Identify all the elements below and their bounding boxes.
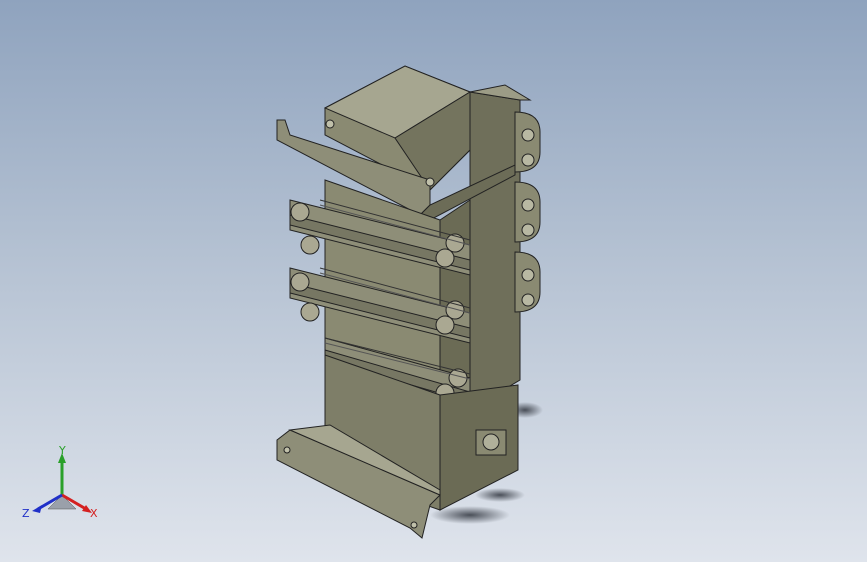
- assembly-model[interactable]: [0, 0, 867, 562]
- z-axis-label: Z: [22, 507, 30, 520]
- rear-housing[interactable]: [469, 84, 541, 411]
- view-orientation-triad[interactable]: Y X Z: [20, 444, 110, 525]
- y-axis-label: Y: [58, 445, 66, 457]
- x-axis-label: X: [90, 507, 98, 520]
- graphics-viewport[interactable]: Y X Z: [0, 0, 867, 562]
